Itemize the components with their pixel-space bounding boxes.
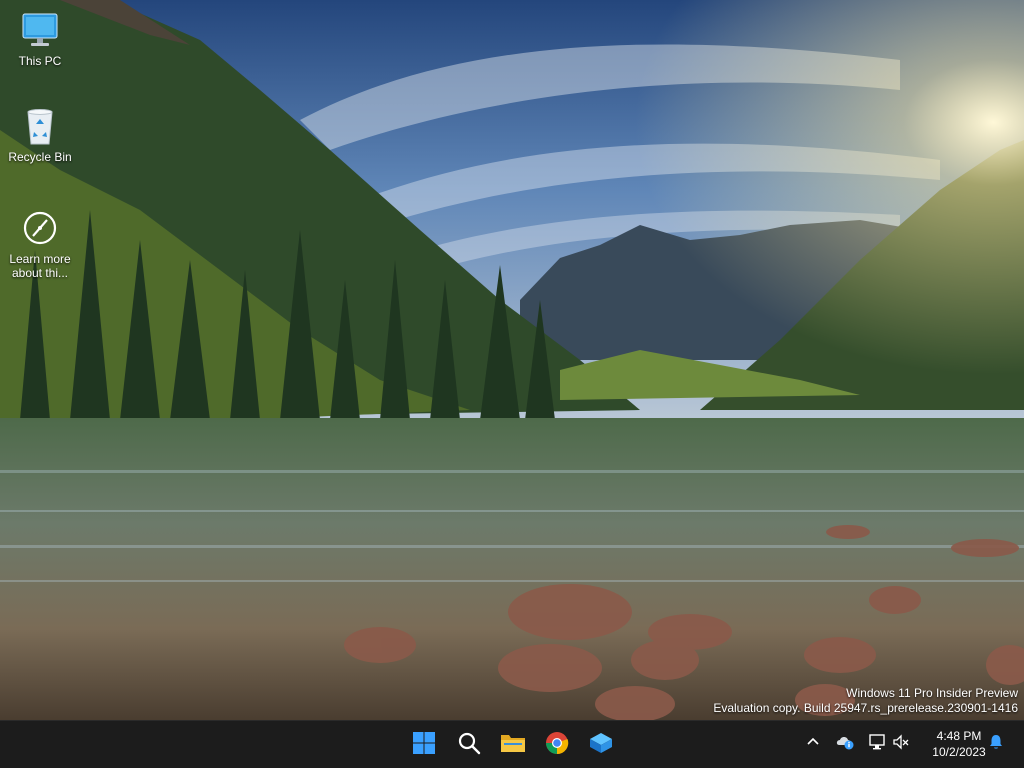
start-button[interactable] [406,727,442,763]
monitor-icon [20,10,60,50]
volume-tray-button[interactable] [890,733,912,755]
app-button[interactable] [583,727,619,763]
chrome-button[interactable] [539,727,575,763]
desktop-icon-label: Learn more about thi... [9,252,71,280]
desktop-wallpaper [0,0,1024,720]
search-button[interactable] [451,727,487,763]
desktop[interactable]: This PC Recycle Bin Learn more about thi… [0,0,1024,720]
volume-muted-icon [892,733,910,756]
chrome-icon [545,731,569,760]
watermark-edition: Windows 11 Pro Insider Preview [846,686,1018,700]
cube-app-icon [588,731,614,760]
show-hidden-icons-button[interactable] [802,733,824,755]
desktop-icon-recycle-bin[interactable]: Recycle Bin [2,106,78,164]
onedrive-tray-button[interactable] [834,733,856,755]
taskbar: 4:48 PM 10/2/2023 [0,720,1024,768]
desktop-icon-label: This PC [18,54,62,68]
network-icon [868,733,886,756]
windows-logo-icon [412,731,436,760]
desktop-icon-learn-more[interactable]: Learn more about thi... [2,208,78,280]
watermark-build: Evaluation copy. Build 25947.rs_prerelea… [713,701,1018,715]
file-explorer-button[interactable] [495,727,531,763]
learn-more-icon [20,208,60,248]
windows-watermark: Windows 11 Pro Insider Preview Evaluatio… [713,686,1018,716]
folder-icon [500,731,526,760]
recycle-bin-icon [20,106,60,146]
onedrive-info-icon [835,733,855,756]
notification-bell-icon [987,733,1005,756]
desktop-icon-this-pc[interactable]: This PC [2,10,78,68]
network-tray-button[interactable] [866,733,888,755]
notifications-button[interactable] [985,733,1007,755]
chevron-up-icon [806,735,820,754]
desktop-icon-label: Recycle Bin [8,150,72,164]
search-icon [457,731,481,760]
